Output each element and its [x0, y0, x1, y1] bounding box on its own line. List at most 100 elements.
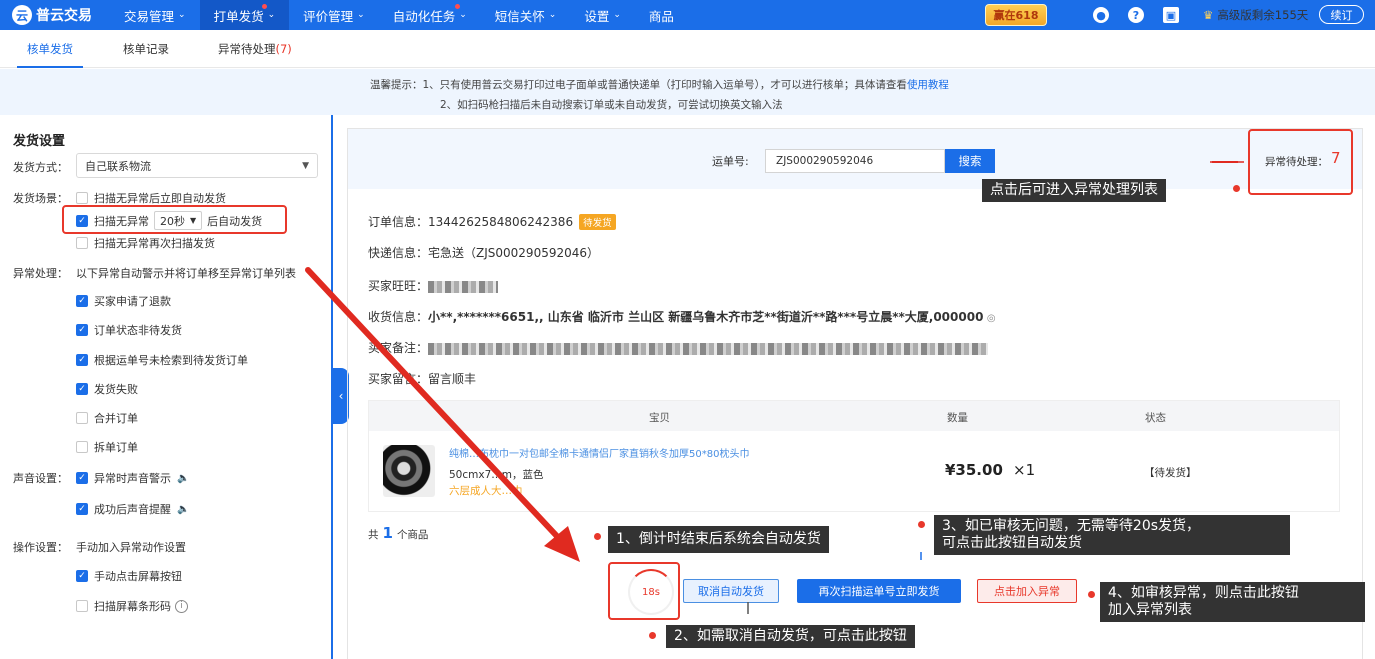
nav-item-print-ship[interactable]: 打单发货 ⌄ — [199, 0, 290, 30]
search-button[interactable]: 搜索 — [945, 149, 995, 173]
callout-dot — [1088, 591, 1095, 598]
checkbox[interactable] — [76, 441, 88, 453]
goods-status: 【待发货】 — [1144, 467, 1197, 479]
checkbox[interactable] — [76, 600, 88, 612]
abnormal-label: 异常处理： — [13, 267, 68, 280]
callout-step-4: 4、如审核异常，则点击此按钮 加入异常列表 — [1100, 582, 1365, 622]
abnormal-option-not-found[interactable]: ✓ 根据运单号未检索到待发货订单 — [76, 352, 248, 368]
remark-redacted — [428, 342, 989, 355]
scene-option-rescan[interactable]: 扫描无异常再次扫描发货 — [76, 235, 215, 251]
ship-method-select[interactable]: 自己联系物流 ▼ — [76, 153, 318, 178]
checkbox-checked[interactable]: ✓ — [76, 472, 88, 484]
speaker-icon[interactable]: 🔈 — [177, 504, 189, 515]
scene-option-immediate[interactable]: 扫描无异常后立即自动发货 — [76, 190, 226, 206]
search-bar: 运单号: ZJS000290592046 搜索 异常待处理： 7 — [348, 129, 1362, 189]
abnormal-desc: 以下异常自动警示并将订单移至异常订单列表 — [76, 267, 296, 280]
logo[interactable]: 云 普云交易 — [0, 5, 110, 25]
nav-item-goods[interactable]: 商品 — [635, 0, 688, 30]
abnormal-option-status[interactable]: ✓ 订单状态非待发货 — [76, 322, 182, 338]
notification-icon[interactable]: ● — [1093, 7, 1109, 23]
abnormal-option-ship-fail[interactable]: ✓ 发货失败 — [76, 381, 138, 397]
abnormal-count-badge: (7) — [275, 42, 292, 56]
nav-item-sms[interactable]: 短信关怀 ⌄ — [481, 0, 571, 30]
settings-title: 发货设置 — [13, 134, 66, 149]
abnormal-option-refund[interactable]: ✓ 买家申请了退款 — [76, 293, 171, 309]
tab-abnormal-pending[interactable]: 异常待处理 (7) — [218, 30, 292, 68]
tutorial-link[interactable]: 使用教程 — [907, 79, 949, 91]
checkbox-checked[interactable]: ✓ — [76, 383, 88, 395]
waybill-label: 运单号: — [712, 155, 749, 168]
checkbox[interactable] — [76, 192, 88, 204]
chevron-down-icon: ⌄ — [548, 10, 557, 20]
cancel-auto-ship-button[interactable]: 取消自动发货 — [683, 579, 779, 603]
sound-option-success[interactable]: ✓ 成功后声音提醒 🔈 — [76, 501, 189, 517]
checkbox-checked[interactable]: ✓ — [76, 570, 88, 582]
tab-verify-records[interactable]: 核单记录 — [123, 30, 169, 68]
notice-line-1: 温馨提示：1、只有使用普云交易打印过电子面单或普通快递单（打印时输入运单号），才… — [370, 79, 907, 91]
chevron-down-icon: ⌄ — [178, 10, 186, 20]
waybill-input[interactable]: ZJS000290592046 — [765, 149, 945, 173]
buyer-name-redacted — [428, 280, 499, 293]
goods-title-link[interactable]: 纯棉…布枕巾一对包邮全棉卡通情侣厂家直销秋冬加厚50*80枕头巾 — [449, 445, 789, 460]
chevron-down-icon: ⌄ — [267, 10, 276, 20]
address-value: 小**,*******6651,, 山东省 临沂市 兰山区 新疆乌鲁木齐市芝**… — [428, 310, 984, 324]
goods-table-header: 宝贝 数量 状态 — [369, 401, 1339, 431]
logo-text: 普云交易 — [36, 8, 92, 24]
nav-item-settings[interactable]: 设置 ⌄ — [570, 0, 635, 30]
abnormal-option-split[interactable]: 拆单订单 — [76, 439, 138, 455]
highlight-box-delay — [62, 205, 287, 234]
abnormal-option-merge[interactable]: 合并订单 — [76, 410, 138, 426]
sub-tabs: 核单发货 核单记录 异常待处理 (7) — [0, 30, 1375, 68]
buyer-row: 买家旺旺： — [368, 277, 499, 294]
speaker-icon[interactable]: 🔈 — [177, 473, 189, 484]
message-icon[interactable]: ▣ — [1163, 7, 1179, 23]
remark-row: 买家备注： — [368, 339, 989, 356]
checkbox[interactable] — [76, 412, 88, 424]
operation-label: 操作设置： — [13, 541, 68, 554]
new-dot — [454, 4, 460, 9]
callout-dot — [594, 533, 601, 540]
goods-spec: 50cmx7…m，蓝色 — [449, 469, 544, 481]
operation-option-barcode[interactable]: 扫描屏幕条形码 i — [76, 598, 188, 614]
tab-verify-ship[interactable]: 核单发货 — [17, 30, 83, 68]
goods-quantity: ×1 — [1013, 461, 1036, 479]
promo-badge[interactable]: 赢在618 — [985, 4, 1047, 26]
callout-step-3: 3、如已审核无问题，无需等待20s发货， 可点击此按钮自动发货 — [934, 515, 1290, 555]
ship-method-label: 发货方式： — [13, 161, 68, 174]
goods-image[interactable] — [383, 445, 435, 497]
nav-item-automation[interactable]: 自动化任务 ⌄ — [379, 0, 481, 30]
help-icon[interactable]: ? — [1128, 7, 1144, 23]
checkbox-checked[interactable]: ✓ — [76, 503, 88, 515]
highlight-box-abnormal — [1248, 129, 1353, 195]
operation-option-click[interactable]: ✓ 手动点击屏幕按钮 — [76, 568, 182, 584]
checkbox[interactable] — [76, 237, 88, 249]
renew-button[interactable]: 续订 — [1319, 5, 1364, 24]
add-abnormal-button[interactable]: 点击加入异常 — [977, 579, 1077, 603]
callout-step-2: 2、如需取消自动发货，可点击此按钮 — [666, 625, 915, 648]
callout-step-1: 1、倒计时结束后系统会自动发货 — [608, 526, 829, 553]
chevron-left-icon: ‹ — [338, 389, 344, 403]
nav-item-review[interactable]: 评价管理 ⌄ — [289, 0, 379, 30]
chevron-down-icon: ▼ — [302, 160, 309, 171]
callout-dot — [918, 521, 925, 528]
info-icon[interactable]: i — [175, 599, 188, 613]
order-panel: 运单号: ZJS000290592046 搜索 异常待处理： 7 订单信息：13… — [347, 128, 1363, 659]
settings-panel: 发货设置 发货方式： 自己联系物流 ▼ 发货场景： 扫描无异常后立即自动发货 ✓ … — [0, 115, 333, 659]
express-info-row: 快递信息：宅急送（ZJS000290592046） — [368, 246, 600, 260]
sound-option-alert[interactable]: ✓ 异常时声音警示 🔈 — [76, 470, 189, 486]
notice-banner: 温馨提示：1、只有使用普云交易打印过电子面单或普通快递单（打印时输入运单号），才… — [0, 69, 1375, 115]
rescan-ship-now-button[interactable]: 再次扫描运单号立即发货 — [797, 579, 961, 603]
goods-table: 宝贝 数量 状态 纯棉…布枕巾一对包邮全棉卡通情侣厂家直销秋冬加厚50*80枕头… — [368, 400, 1340, 512]
new-dot — [261, 4, 267, 9]
goods-price: ¥35.00 — [945, 461, 1003, 479]
countdown-timer: 18s — [628, 569, 674, 615]
checkbox-checked[interactable]: ✓ — [76, 295, 88, 307]
checkbox-checked[interactable]: ✓ — [76, 324, 88, 336]
chevron-down-icon: ⌄ — [459, 10, 467, 20]
address-row: 收货信息：小**,*******6651,, 山东省 临沂市 兰山区 新疆乌鲁木… — [368, 310, 996, 324]
eye-icon[interactable]: ◎ — [983, 313, 996, 324]
nav-item-trade[interactable]: 交易管理 ⌄ — [110, 0, 200, 30]
checkbox-checked[interactable]: ✓ — [76, 354, 88, 366]
vip-status: ♛ 高级版剩余155天 — [1203, 8, 1309, 22]
goods-gift: 六层成人大…巾 — [449, 485, 523, 497]
